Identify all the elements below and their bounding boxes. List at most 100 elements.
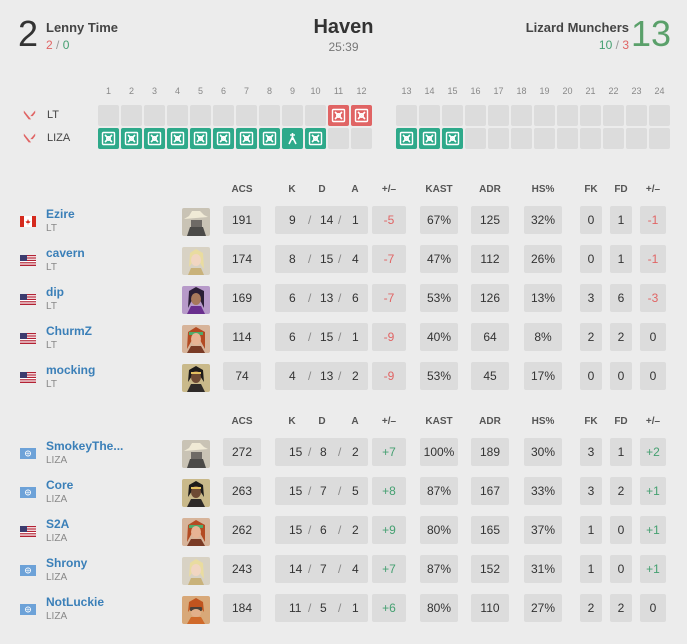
round-empty xyxy=(144,105,165,126)
kda-separator: / xyxy=(338,484,342,498)
round-win-elimination xyxy=(190,128,211,149)
column-header[interactable]: FK xyxy=(580,416,602,427)
round-win-elimination xyxy=(144,128,165,149)
flag-icon xyxy=(20,563,36,576)
column-header[interactable]: KAST xyxy=(420,416,458,427)
deaths-value: 14 xyxy=(320,213,334,227)
kast-cell: 87% xyxy=(420,555,458,583)
column-header[interactable]: K xyxy=(275,416,309,427)
elimination-icon xyxy=(445,131,460,146)
round-win-elimination xyxy=(213,128,234,149)
kd-diff-cell: +9 xyxy=(372,516,406,544)
column-header[interactable]: +/– xyxy=(372,184,406,195)
flag-icon xyxy=(20,602,36,615)
acs-cell: 263 xyxy=(223,477,261,505)
column-header[interactable]: A xyxy=(338,416,372,427)
kda-separator: / xyxy=(308,445,312,459)
fk-cell: 0 xyxy=(580,362,602,390)
round-number: 23 xyxy=(631,86,642,96)
deaths-value: 15 xyxy=(320,252,334,266)
player-name[interactable]: SmokeyThe... xyxy=(46,439,123,453)
round-empty xyxy=(626,128,647,149)
kda-separator: / xyxy=(338,562,342,576)
player-team: LT xyxy=(46,379,57,390)
agent-icon xyxy=(182,286,210,314)
player-team: LT xyxy=(46,340,57,351)
kda-separator: / xyxy=(308,562,312,576)
flag-icon xyxy=(20,214,36,227)
column-header[interactable]: KAST xyxy=(420,184,458,195)
round-empty xyxy=(465,105,486,126)
player-name[interactable]: NotLuckie xyxy=(46,595,104,609)
table-header: ACS K D A +/– KAST ADR HS% FK FD +/– xyxy=(0,184,687,198)
player-name[interactable]: mocking xyxy=(46,363,95,377)
round-empty xyxy=(488,128,509,149)
fk-cell: 2 xyxy=(580,594,602,622)
fd-cell: 0 xyxy=(610,555,632,583)
kda-separator: / xyxy=(338,445,342,459)
player-name[interactable]: dip xyxy=(46,285,64,299)
player-name[interactable]: Core xyxy=(46,478,73,492)
column-header[interactable]: FK xyxy=(580,184,602,195)
hs-cell: 17% xyxy=(524,362,562,390)
kd-diff-cell: +6 xyxy=(372,594,406,622)
column-header[interactable]: HS% xyxy=(524,184,562,195)
team2-name[interactable]: Lizard Munchers xyxy=(526,20,629,35)
elimination-icon xyxy=(239,131,254,146)
acs-cell: 262 xyxy=(223,516,261,544)
column-header[interactable]: FD xyxy=(610,416,632,427)
player-team: LIZA xyxy=(46,572,68,583)
kda-cell: 9 14 1 / / xyxy=(275,206,368,234)
round-empty xyxy=(236,105,257,126)
kda-separator: / xyxy=(308,252,312,266)
round-win-elimination xyxy=(419,128,440,149)
column-header[interactable]: +/– xyxy=(640,184,666,195)
kills-value: 11 xyxy=(289,601,302,615)
column-header[interactable]: ADR xyxy=(471,184,509,195)
deaths-value: 13 xyxy=(320,369,334,383)
round-number: 5 xyxy=(197,86,203,96)
round-empty xyxy=(511,105,532,126)
column-header[interactable]: HS% xyxy=(524,416,562,427)
agent-icon xyxy=(182,440,210,468)
column-header[interactable]: +/– xyxy=(640,416,666,427)
round-number: 15 xyxy=(447,86,458,96)
team2-half-scores: 10 / 3 xyxy=(599,38,629,52)
player-name[interactable]: Shrony xyxy=(46,556,87,570)
player-name[interactable]: ChurmZ xyxy=(46,324,92,338)
team2-score: 13 xyxy=(630,13,671,54)
kda-separator: / xyxy=(308,369,312,383)
deaths-value: 7 xyxy=(320,562,327,576)
player-team: LT xyxy=(46,301,57,312)
agent-icon xyxy=(182,208,210,236)
kda-cell: 15 6 2 / / xyxy=(275,516,368,544)
column-header[interactable]: A xyxy=(338,184,372,195)
kd-diff-cell: -5 xyxy=(372,206,406,234)
round-number: 19 xyxy=(539,86,550,96)
player-row: SmokeyThe... LIZA 15 8 2 / / 272 +7 100% 189 30% 3 1 +… xyxy=(0,438,687,472)
agent-icon xyxy=(182,518,210,546)
column-header[interactable]: ACS xyxy=(223,416,261,427)
round-empty xyxy=(511,128,532,149)
adr-cell: 45 xyxy=(471,362,509,390)
round-empty xyxy=(557,128,578,149)
player-row: cavern LT 8 15 4 / / 174 -7 47% 112 26% 0 1 -1 xyxy=(0,245,687,279)
column-header[interactable]: D xyxy=(305,416,339,427)
elimination-icon xyxy=(422,131,437,146)
player-name[interactable]: S2A xyxy=(46,517,69,531)
assists-value: 2 xyxy=(352,523,359,537)
player-name[interactable]: cavern xyxy=(46,246,85,260)
column-header[interactable]: D xyxy=(305,184,339,195)
column-header[interactable]: ACS xyxy=(223,184,261,195)
column-header[interactable]: K xyxy=(275,184,309,195)
round-empty xyxy=(488,105,509,126)
player-team: LIZA xyxy=(46,455,68,466)
column-header[interactable]: ADR xyxy=(471,416,509,427)
fk-fd-diff-cell: -1 xyxy=(640,245,666,273)
column-header[interactable]: +/– xyxy=(372,416,406,427)
deaths-value: 13 xyxy=(320,291,334,305)
column-header[interactable]: FD xyxy=(610,184,632,195)
player-name[interactable]: Ezire xyxy=(46,207,75,221)
kd-diff-cell: +7 xyxy=(372,555,406,583)
elimination-icon xyxy=(354,108,369,123)
